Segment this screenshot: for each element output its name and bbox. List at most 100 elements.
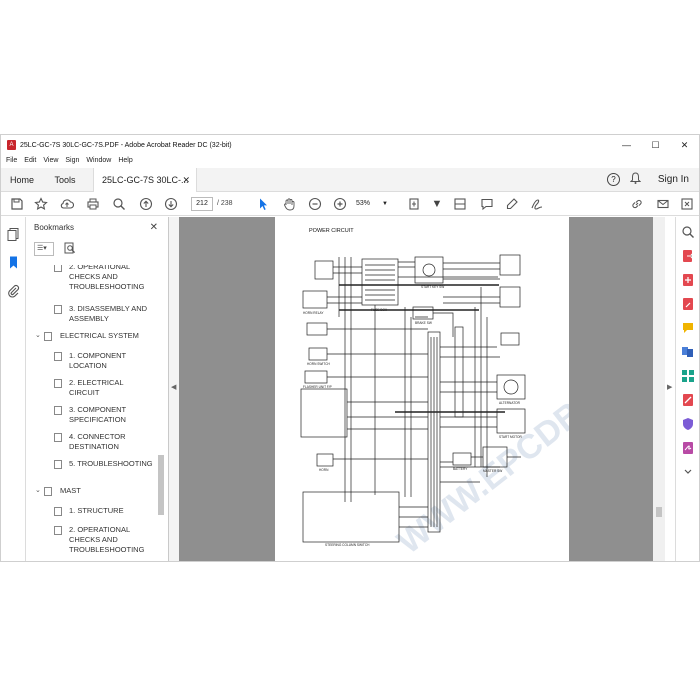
bookmark-star-icon[interactable] xyxy=(33,196,49,212)
notifications-bell-icon[interactable] xyxy=(629,172,642,187)
bookmarks-title: Bookmarks xyxy=(34,223,75,232)
zoom-value: 53% xyxy=(356,200,371,207)
bookmark-label: 3. DISASSEMBLY AND ASSEMBLY xyxy=(69,304,148,323)
page-fit-icon[interactable] xyxy=(406,196,422,212)
start-motor-label: START MOTOR xyxy=(499,435,522,439)
acrobat-window: A 25LC-GC-7S 30LC-GC-7S.PDF - Adobe Acro… xyxy=(0,134,700,562)
page-thumbnails-icon[interactable] xyxy=(6,227,21,242)
protect-shield-icon[interactable] xyxy=(681,417,695,431)
battery-label: BATTERY xyxy=(453,467,468,471)
page-icon xyxy=(54,305,62,314)
bookmark-search-icon[interactable] xyxy=(64,242,78,256)
start-key-sw-label: START KEY SW xyxy=(421,285,444,289)
export-pdf-icon[interactable] xyxy=(681,249,695,263)
bookmarks-icon[interactable] xyxy=(6,255,21,270)
bookmark-label: 4. CONNECTOR DESTINATION xyxy=(69,432,126,451)
watermark-text: WWW.EPCDB.COM xyxy=(390,340,569,561)
scroll-mode-icon[interactable] xyxy=(452,196,468,212)
save-icon[interactable] xyxy=(9,196,25,212)
zoom-level-select[interactable]: 53% ▼ xyxy=(356,197,388,211)
combination-switch-box xyxy=(300,388,348,438)
zoom-tool-icon[interactable] xyxy=(681,225,695,239)
document-scrollbar[interactable] xyxy=(653,217,665,561)
tab-tools[interactable]: Tools xyxy=(43,168,87,192)
page-icon xyxy=(54,406,62,415)
sign-fill-icon[interactable] xyxy=(529,196,545,212)
page-total: / 238 xyxy=(217,200,233,207)
menu-file[interactable]: File xyxy=(6,155,17,167)
share-link-icon[interactable] xyxy=(629,196,645,212)
fill-sign-icon[interactable] xyxy=(681,441,695,455)
acrobat-app-icon: A xyxy=(7,140,16,150)
cn-11-connector xyxy=(314,260,334,280)
page-icon xyxy=(54,460,62,469)
zoom-out-icon[interactable] xyxy=(307,196,323,212)
page-icon xyxy=(54,265,62,272)
main-toolbar: 212 / 238 53% ▼ ▼ xyxy=(1,192,699,216)
bookmark-label: 1. STRUCTURE xyxy=(69,506,124,515)
menu-sign[interactable]: Sign xyxy=(65,155,79,167)
page-fit-caret-icon[interactable]: ▼ xyxy=(429,196,445,212)
alternator-label: ALTERNATOR xyxy=(499,401,521,405)
page-number-input[interactable]: 212 xyxy=(191,197,213,211)
help-icon[interactable]: ? xyxy=(607,173,620,186)
buzzer-box xyxy=(306,322,328,336)
maximize-button[interactable]: ☐ xyxy=(641,135,670,155)
tab-document[interactable]: 25LC-GC-7S 30LC-... ✕ xyxy=(93,168,197,192)
bookmark-label: ELECTRICAL SYSTEM xyxy=(60,331,139,340)
alternator-box xyxy=(496,374,526,400)
menu-help[interactable]: Help xyxy=(118,155,132,167)
email-icon[interactable] xyxy=(655,196,671,212)
combine-files-icon[interactable] xyxy=(681,345,695,359)
find-search-icon[interactable] xyxy=(111,196,127,212)
bookmark-options-icon[interactable]: ☰▾ xyxy=(34,242,54,256)
brake-sw-label: BRAKE SW xyxy=(415,321,432,325)
right-panel-splitter[interactable]: ▶ xyxy=(665,217,675,561)
menu-view[interactable]: View xyxy=(43,155,58,167)
menu-window[interactable]: Window xyxy=(86,155,111,167)
bookmark-label: MAST xyxy=(60,486,81,495)
more-tools-icon[interactable] xyxy=(679,196,695,212)
close-panel-icon[interactable]: ✕ xyxy=(150,217,158,239)
print-icon[interactable] xyxy=(85,196,101,212)
tools-more-chevron-icon[interactable] xyxy=(681,465,695,479)
redact-icon[interactable] xyxy=(681,393,695,407)
comment-tool-icon[interactable] xyxy=(681,321,695,335)
page-icon xyxy=(54,507,62,516)
tab-home[interactable]: Home xyxy=(1,168,43,192)
left-panel-splitter[interactable]: ◀ xyxy=(169,217,179,561)
next-page-icon[interactable] xyxy=(163,196,179,212)
bookmark-label: 5. TROUBLESHOOTING xyxy=(69,459,153,468)
attachments-paperclip-icon[interactable] xyxy=(6,283,21,298)
close-tab-icon[interactable]: ✕ xyxy=(182,168,190,192)
chevron-down-icon[interactable]: ⌄ xyxy=(35,486,41,496)
close-window-button[interactable]: ✕ xyxy=(670,135,699,155)
hand-tool-icon[interactable] xyxy=(281,196,297,212)
fuse-box xyxy=(361,258,399,306)
menu-bar: File Edit View Sign Window Help xyxy=(1,155,699,167)
scrollbar-thumb[interactable] xyxy=(158,455,164,515)
diagram-title: POWER CIRCUIT xyxy=(309,228,354,234)
bookmarks-list: 2. OPERATIONAL CHECKS AND TROUBLESHOOTIN… xyxy=(26,265,169,561)
zoom-in-icon[interactable] xyxy=(332,196,348,212)
menu-edit[interactable]: Edit xyxy=(24,155,36,167)
previous-page-icon[interactable] xyxy=(138,196,154,212)
create-pdf-icon[interactable] xyxy=(681,273,695,287)
edit-pdf-icon[interactable] xyxy=(681,297,695,311)
bookmark-label: 3. COMPONENT SPECIFICATION xyxy=(69,405,126,424)
horn-switch-label: HORN SWITCH xyxy=(307,362,331,366)
scrollbar-thumb[interactable] xyxy=(656,507,662,517)
highlight-pen-icon[interactable] xyxy=(504,196,520,212)
collapse-left-arrow-icon[interactable]: ◀ xyxy=(171,383,176,391)
chevron-down-icon[interactable]: ⌄ xyxy=(35,331,41,341)
document-view[interactable]: POWER CIRCUIT WWW.EPCDB.COM FUSE BOX STA… xyxy=(179,217,665,561)
minimize-button[interactable]: — xyxy=(612,135,641,155)
expand-right-arrow-icon[interactable]: ▶ xyxy=(667,383,672,391)
bookmarks-scrollbar[interactable] xyxy=(158,265,164,561)
chevron-down-icon: ▼ xyxy=(382,201,388,207)
cloud-upload-icon[interactable] xyxy=(59,196,75,212)
comment-icon[interactable] xyxy=(479,196,495,212)
organize-pages-icon[interactable] xyxy=(681,369,695,383)
select-pointer-icon[interactable] xyxy=(255,196,271,212)
sign-in-button[interactable]: Sign In xyxy=(658,168,689,192)
